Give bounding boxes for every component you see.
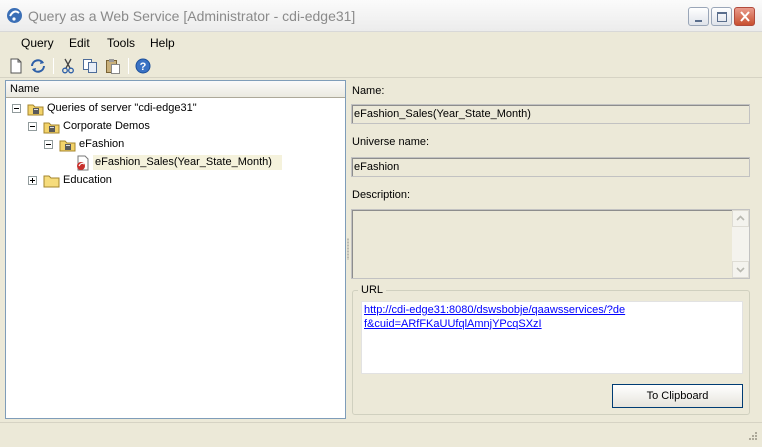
to-clipboard-button[interactable]: To Clipboard	[612, 384, 743, 408]
name-field[interactable]: eFashion_Sales(Year_State_Month)	[351, 104, 750, 124]
query-icon	[77, 155, 89, 171]
universe-name-field[interactable]: eFashion	[351, 157, 750, 177]
server-folder-icon	[43, 122, 60, 134]
menu-query[interactable]: Query	[21, 36, 54, 50]
description-field[interactable]	[351, 209, 750, 279]
tree-node-label-selected: eFashion_Sales(Year_State_Month)	[93, 155, 282, 170]
tree-header-label: Name	[10, 83, 40, 95]
scroll-down-button[interactable]	[732, 261, 749, 278]
maximize-icon	[717, 12, 727, 22]
url-field[interactable]: http://cdi-edge31:8080/dswsbobje/qaawsse…	[361, 301, 743, 374]
wsdl-url-link[interactable]: http://cdi-edge31:8080/dswsbobje/qaawsse…	[364, 303, 626, 331]
copy-icon[interactable]	[81, 57, 99, 75]
query-tree[interactable]: Name Queries of server "cdi-edge31" Corp…	[5, 80, 346, 419]
paste-icon[interactable]	[104, 57, 122, 75]
help-icon[interactable]: ?	[134, 57, 152, 75]
status-bar	[0, 422, 762, 447]
window-title: Query as a Web Service [Administrator - …	[28, 8, 356, 24]
svg-text:?: ?	[140, 61, 147, 73]
app-icon	[7, 8, 22, 23]
refresh-icon[interactable]	[29, 57, 47, 75]
resize-grip-icon[interactable]	[746, 431, 758, 443]
collapse-icon[interactable]	[12, 104, 21, 113]
collapse-icon[interactable]	[44, 140, 53, 149]
url-group-label: URL	[358, 284, 387, 296]
toolbar-separator	[53, 58, 54, 74]
panel-splitter[interactable]	[347, 238, 349, 260]
maximize-button[interactable]	[711, 7, 732, 26]
close-icon	[740, 11, 750, 22]
new-icon[interactable]	[7, 57, 25, 75]
toolbar-separator	[128, 58, 129, 74]
server-folder-icon	[59, 140, 76, 152]
tree-node-label: Corporate Demos	[63, 120, 150, 132]
chevron-down-icon	[736, 267, 745, 273]
cut-icon[interactable]	[59, 57, 77, 75]
name-label: Name:	[352, 85, 385, 97]
universe-name-label: Universe name:	[352, 136, 430, 148]
title-bar: Query as a Web Service [Administrator - …	[0, 0, 762, 32]
description-scrollbar[interactable]	[732, 210, 749, 278]
menu-bar: Query Edit Tools Help	[0, 32, 762, 54]
server-folder-icon	[27, 104, 44, 116]
menu-help[interactable]: Help	[150, 36, 175, 50]
minimize-button[interactable]	[688, 7, 709, 26]
tree-node-label: Education	[63, 174, 112, 186]
tree-column-header[interactable]: Name	[6, 81, 345, 98]
expand-icon[interactable]	[28, 176, 37, 185]
tree-node-label: Queries of server "cdi-edge31"	[47, 102, 197, 114]
folder-icon	[43, 175, 60, 188]
menu-edit[interactable]: Edit	[69, 36, 90, 50]
collapse-icon[interactable]	[28, 122, 37, 131]
description-label: Description:	[352, 189, 411, 201]
tree-node-label: eFashion	[79, 138, 125, 150]
close-button[interactable]	[734, 7, 755, 26]
scroll-up-button[interactable]	[732, 210, 749, 227]
chevron-up-icon	[736, 215, 745, 221]
minimize-icon	[695, 20, 702, 22]
menu-tools[interactable]: Tools	[107, 36, 135, 50]
toolbar: ?	[0, 54, 762, 78]
